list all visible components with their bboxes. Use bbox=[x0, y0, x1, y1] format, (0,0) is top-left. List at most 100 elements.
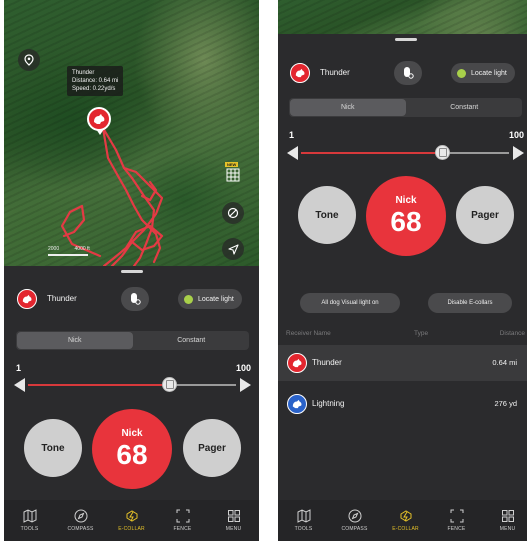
drawer-handle[interactable] bbox=[121, 270, 143, 273]
collar-device-button[interactable] bbox=[121, 287, 149, 311]
location-pin-button[interactable] bbox=[18, 49, 40, 71]
nav-e-collar[interactable]: E-COLLAR bbox=[106, 500, 157, 541]
dog-head-icon bbox=[94, 114, 105, 124]
mode-toggle: Nick Constant bbox=[289, 98, 522, 117]
pager-button[interactable]: Pager bbox=[456, 186, 514, 244]
collar-device-icon bbox=[131, 293, 141, 305]
receiver-distance: 276 yd bbox=[494, 399, 517, 408]
tone-button[interactable]: Tone bbox=[298, 186, 356, 244]
tooltip-distance: Distance: 0.64 mi bbox=[72, 78, 119, 84]
dog-head-icon bbox=[292, 399, 302, 409]
mode-toggle: Nick Constant bbox=[16, 331, 249, 350]
level-increase-arrow[interactable] bbox=[513, 146, 524, 160]
level-max-label: 100 bbox=[509, 130, 525, 140]
column-type: Type bbox=[414, 330, 429, 337]
nick-level-value: 68 bbox=[116, 439, 148, 470]
nav-compass[interactable]: COMPASS bbox=[55, 500, 106, 541]
receiver-name: Lightning bbox=[312, 399, 345, 408]
navigation-arrow-icon bbox=[227, 243, 239, 255]
receiver-name: Thunder bbox=[312, 358, 342, 367]
level-slider-track[interactable] bbox=[301, 152, 509, 154]
drawer-handle[interactable] bbox=[395, 38, 417, 41]
nav-fence[interactable]: FENCE bbox=[431, 500, 482, 541]
level-slider-fill bbox=[28, 384, 169, 386]
map-scale-labels: 2000 4000 ft bbox=[48, 246, 90, 252]
dog-avatar bbox=[287, 353, 307, 373]
map-peek-strip[interactable] bbox=[278, 0, 527, 34]
level-decrease-arrow[interactable] bbox=[287, 146, 298, 160]
level-min-label: 1 bbox=[16, 363, 22, 373]
new-tag: NEW bbox=[225, 162, 239, 167]
dog-track-lines bbox=[60, 126, 164, 266]
level-slider-track[interactable] bbox=[28, 384, 236, 386]
receiver-table-header: Receiver Name Type Distance bbox=[278, 327, 527, 341]
menu-grid-icon bbox=[501, 510, 514, 522]
nav-fence[interactable]: FENCE bbox=[157, 500, 208, 541]
nick-button[interactable]: Nick 68 bbox=[92, 409, 172, 489]
compass-icon bbox=[348, 509, 361, 523]
receiver-distance: 0.64 mi bbox=[492, 358, 517, 367]
right-phone-screen: Thunder Locate light Nick Constant 1 100… bbox=[278, 0, 527, 541]
e-collar-icon bbox=[400, 510, 411, 522]
compass-icon bbox=[74, 509, 87, 523]
nick-button[interactable]: Nick 68 bbox=[366, 176, 446, 256]
tooltip-speed: Speed: 0.22yd/s bbox=[72, 86, 116, 92]
level-max-label: 100 bbox=[236, 363, 252, 373]
level-slider-fill bbox=[301, 152, 442, 154]
map-icon bbox=[297, 509, 310, 523]
bottom-nav: TOOLS COMPASS E-COLLAR FENCE MENU bbox=[278, 500, 527, 541]
map-scale-bar bbox=[48, 254, 88, 256]
locate-light-label: Locate light bbox=[198, 295, 234, 303]
level-slider-thumb[interactable] bbox=[435, 145, 450, 160]
locate-light-indicator bbox=[457, 68, 466, 78]
nav-tools[interactable]: TOOLS bbox=[4, 500, 55, 541]
no-signal-icon bbox=[227, 207, 239, 219]
collar-device-button[interactable] bbox=[394, 61, 422, 85]
all-dog-visual-light-button[interactable]: All dog Visual light on bbox=[300, 293, 400, 313]
nav-e-collar[interactable]: E-COLLAR bbox=[380, 500, 431, 541]
tab-nick[interactable]: Nick bbox=[290, 99, 406, 116]
locate-light-label: Locate light bbox=[471, 69, 507, 77]
tab-constant[interactable]: Constant bbox=[407, 98, 523, 117]
nick-level-value: 68 bbox=[390, 206, 422, 237]
dog-header-row: Thunder Locate light bbox=[4, 284, 259, 314]
dog-avatar bbox=[287, 394, 307, 414]
table-row[interactable]: Thunder 0.64 mi bbox=[278, 345, 527, 381]
pager-button[interactable]: Pager bbox=[183, 419, 241, 477]
tone-button[interactable]: Tone bbox=[24, 419, 82, 477]
fence-icon bbox=[450, 509, 463, 523]
nav-tools[interactable]: TOOLS bbox=[278, 500, 329, 541]
disable-e-collars-button[interactable]: Disable E-collars bbox=[428, 293, 512, 313]
dog-header-row: Thunder Locate light bbox=[278, 58, 527, 88]
dog-name: Thunder bbox=[320, 68, 350, 77]
e-collar-icon bbox=[126, 510, 137, 522]
dog-avatar bbox=[290, 63, 310, 83]
navigate-button[interactable] bbox=[222, 238, 244, 260]
table-row[interactable]: Lightning 276 yd bbox=[278, 386, 527, 422]
nav-menu[interactable]: MENU bbox=[208, 500, 259, 541]
nav-menu[interactable]: MENU bbox=[482, 500, 527, 541]
map-icon bbox=[23, 509, 36, 523]
tab-nick[interactable]: Nick bbox=[17, 332, 133, 349]
menu-grid-icon bbox=[227, 510, 240, 522]
satellite-map[interactable]: Thunder Distance: 0.64 mi Speed: 0.22yd/… bbox=[4, 0, 259, 266]
dog-info-tooltip: Thunder Distance: 0.64 mi Speed: 0.22yd/… bbox=[67, 66, 124, 96]
layers-button[interactable] bbox=[222, 202, 244, 224]
map-grid-button[interactable]: NEW bbox=[225, 162, 241, 183]
tooltip-dog-name: Thunder bbox=[72, 70, 95, 76]
column-distance: Distance bbox=[499, 330, 525, 337]
fence-icon bbox=[176, 509, 189, 523]
tab-constant[interactable]: Constant bbox=[134, 331, 250, 350]
locate-light-button[interactable]: Locate light bbox=[451, 63, 515, 83]
dog-map-marker[interactable] bbox=[87, 107, 111, 135]
column-receiver-name: Receiver Name bbox=[286, 330, 331, 337]
locate-light-indicator bbox=[184, 294, 193, 304]
level-slider-thumb[interactable] bbox=[162, 377, 177, 392]
bottom-nav: TOOLS COMPASS E-COLLAR FENCE MENU bbox=[4, 500, 259, 541]
nav-compass[interactable]: COMPASS bbox=[329, 500, 380, 541]
location-pin-icon bbox=[24, 54, 34, 66]
locate-light-button[interactable]: Locate light bbox=[178, 289, 242, 309]
level-increase-arrow[interactable] bbox=[240, 378, 251, 392]
level-min-label: 1 bbox=[289, 130, 295, 140]
level-decrease-arrow[interactable] bbox=[14, 378, 25, 392]
